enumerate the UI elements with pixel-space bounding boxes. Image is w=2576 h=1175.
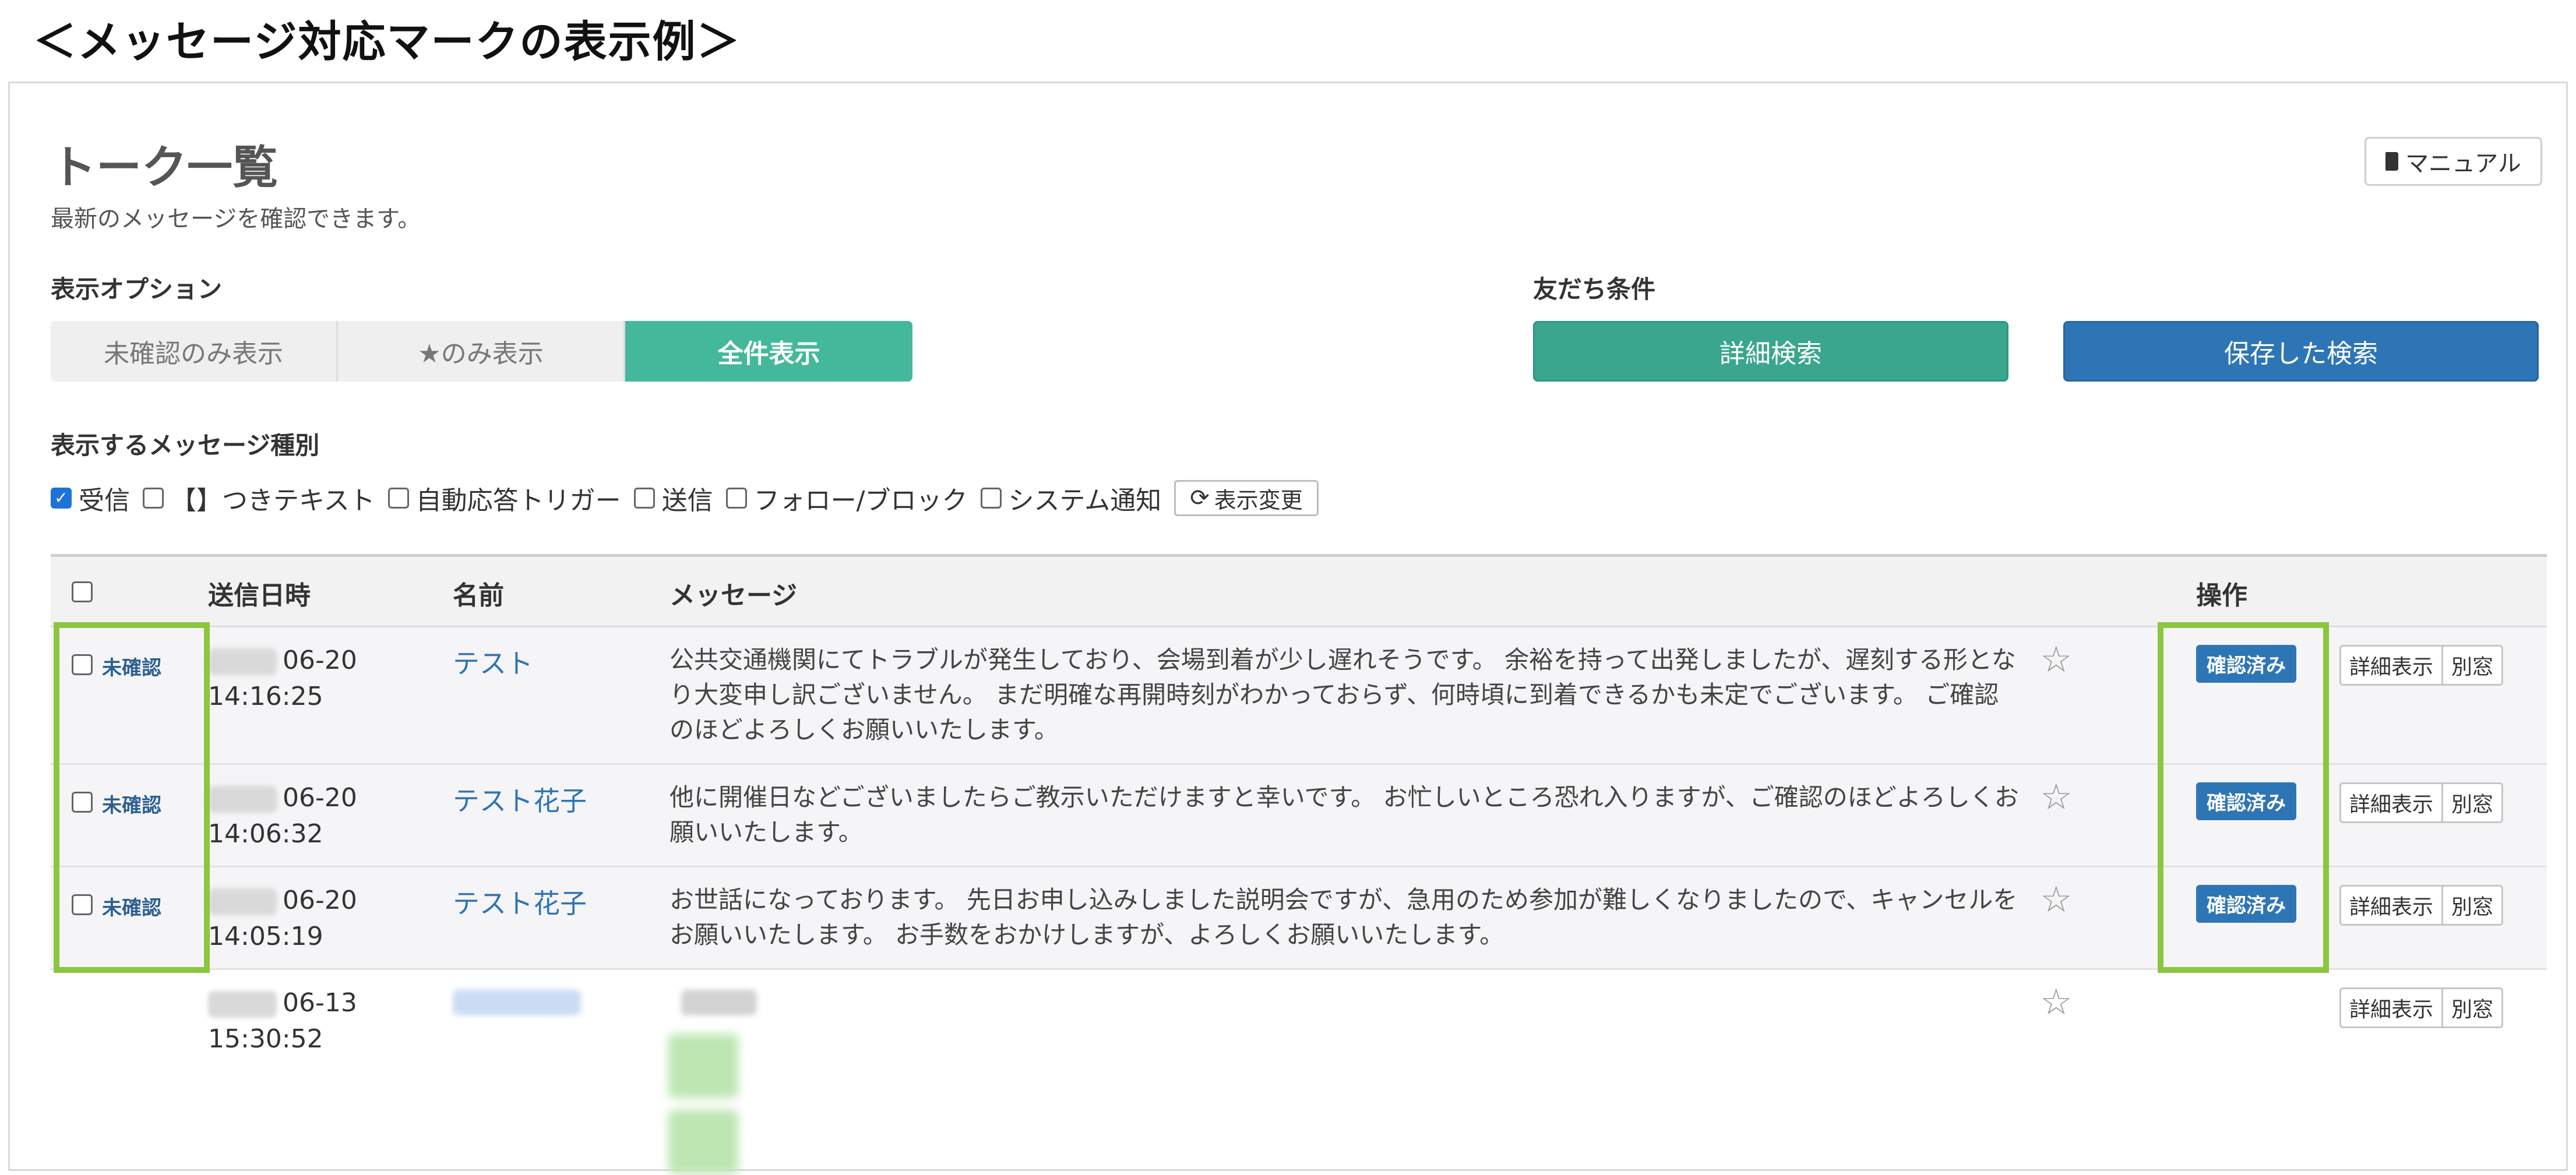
redacted-year [208,786,277,813]
message-text: 公共交通機関にてトラブルが発生しており、会場到着が少し遅れそうです。 余裕を持っ… [669,645,2016,744]
column-header-message: メッセージ [669,581,798,611]
filter-bracket-text[interactable]: 【】つきテキスト [143,479,375,517]
detail-view-button[interactable]: 詳細表示 [2341,887,2441,924]
redacted-name [453,990,581,1018]
sent-date: 06-20 [283,783,357,813]
change-display-label: 表示変更 [1214,487,1303,513]
sent-time: 14:05:19 [208,922,323,951]
message-text: お世話になっております。 先日お申し込みしました説明会ですが、急用のため参加が難… [669,885,2018,949]
filter-label: システム通知 [1008,486,1162,516]
sent-date: 06-20 [283,885,357,915]
filter-label: 自動応答トリガー [415,486,621,516]
redacted-year [208,991,277,1018]
filter-system-notice[interactable]: システム通知 [980,479,1162,517]
caption-heading: ＜メッセージ対応マークの表示例＞ [33,17,741,67]
checkbox[interactable] [143,488,164,509]
column-header-name: 名前 [453,581,504,611]
sent-time: 14:06:32 [208,819,323,849]
page-subtitle: 最新のメッセージを確認できます。 [51,206,421,232]
friend-conditions-label: 友だち条件 [1533,275,1656,304]
star-icon[interactable]: ☆ [2040,775,2073,818]
sent-date: 06-13 [283,988,357,1018]
sent-date: 06-20 [283,645,357,675]
saved-search-button[interactable]: 保存した検索 [2063,321,2539,382]
star-icon[interactable]: ☆ [2040,980,2073,1023]
filter-label: 【】つきテキスト [171,486,375,516]
checkbox[interactable] [387,488,409,509]
manual-button[interactable]: マニュアル [2364,137,2542,186]
friend-name-link[interactable]: テスト花子 [453,883,587,921]
filter-label: 受信 [79,486,130,516]
filter-follow-block[interactable]: フォロー/ブロック [725,479,968,517]
redacted-year [208,888,277,915]
row-actions: 詳細表示 別窓 [2339,782,2504,823]
row-actions: 詳細表示 別窓 [2339,885,2504,926]
unconfirmed-only-button[interactable]: 未確認のみ表示 [51,321,338,382]
sent-datetime: 06-20 14:05:19 [208,883,357,955]
filter-auto-reply-trigger[interactable]: 自動応答トリガー [387,479,621,517]
checkbox[interactable] [980,488,1002,509]
talk-list-panel: トーク一覧 最新のメッセージを確認できます。 マニュアル 表示オプション 未確認… [8,82,2568,1174]
column-header-datetime: 送信日時 [208,581,311,611]
manual-button-label: マニュアル [2405,150,2521,177]
checkbox[interactable] [725,488,747,509]
redacted-year [208,648,277,675]
change-display-button[interactable]: ⟳ 表示変更 [1174,480,1319,516]
confirmed-button-highlight [2158,622,2329,973]
show-all-button[interactable]: 全件表示 [625,321,912,382]
new-window-button[interactable]: 別窓 [2441,647,2501,684]
new-window-button[interactable]: 別窓 [2441,989,2501,1026]
sent-datetime: 06-20 14:16:25 [208,643,357,715]
checkbox[interactable] [633,488,655,509]
table-row: 06-13 15:30:52 ☆ 詳細表示 別窓 [51,970,2547,1174]
detail-view-button[interactable]: 詳細表示 [2341,989,2441,1026]
redacted-image [668,1110,738,1174]
book-icon [2385,152,2399,171]
friend-name-link[interactable]: テスト花子 [453,780,587,818]
filter-sent[interactable]: 送信 [633,479,713,517]
message-text: 他に開催日などございましたらご教示いただけますと幸いです。 お忙しいところ恐れ入… [669,783,2019,846]
sent-datetime: 06-20 14:06:32 [208,780,357,852]
display-options-label: 表示オプション [51,275,223,304]
message-types-label: 表示するメッセージ種別 [51,431,320,460]
sent-time: 15:30:52 [208,1024,323,1054]
table-header: 送信日時 名前 メッセージ 操作 [51,554,2547,627]
page-title: トーク一覧 [51,142,279,194]
redacted-message [681,990,757,1018]
unconfirmed-mark-highlight [54,622,210,973]
friend-name-link[interactable]: テスト [453,643,533,681]
filter-label: フォロー/ブロック [753,486,968,516]
filter-label: 送信 [661,486,713,516]
filter-received[interactable]: ✓ 受信 [51,479,130,517]
column-header-actions: 操作 [2196,581,2247,611]
detail-view-button[interactable]: 詳細表示 [2341,784,2441,821]
select-all-checkbox[interactable] [72,581,93,602]
star-icon[interactable]: ☆ [2040,638,2073,680]
checkbox-checked-icon[interactable]: ✓ [51,488,72,509]
new-window-button[interactable]: 別窓 [2441,887,2501,924]
row-actions: 詳細表示 別窓 [2339,645,2504,686]
sent-datetime: 06-13 15:30:52 [208,985,357,1057]
message-type-filters: ✓ 受信 【】つきテキスト 自動応答トリガー 送信 フォロー/ブロック システム… [51,475,1319,521]
detail-search-button[interactable]: 詳細検索 [1533,321,2008,382]
row-actions: 詳細表示 別窓 [2339,987,2504,1028]
detail-view-button[interactable]: 詳細表示 [2341,647,2441,684]
sent-time: 14:16:25 [208,682,323,711]
star-icon[interactable]: ☆ [2040,878,2073,920]
starred-only-button[interactable]: ★のみ表示 [338,321,625,382]
new-window-button[interactable]: 別窓 [2441,784,2501,821]
refresh-icon: ⟳ [1190,485,1210,511]
redacted-image [668,1034,738,1098]
